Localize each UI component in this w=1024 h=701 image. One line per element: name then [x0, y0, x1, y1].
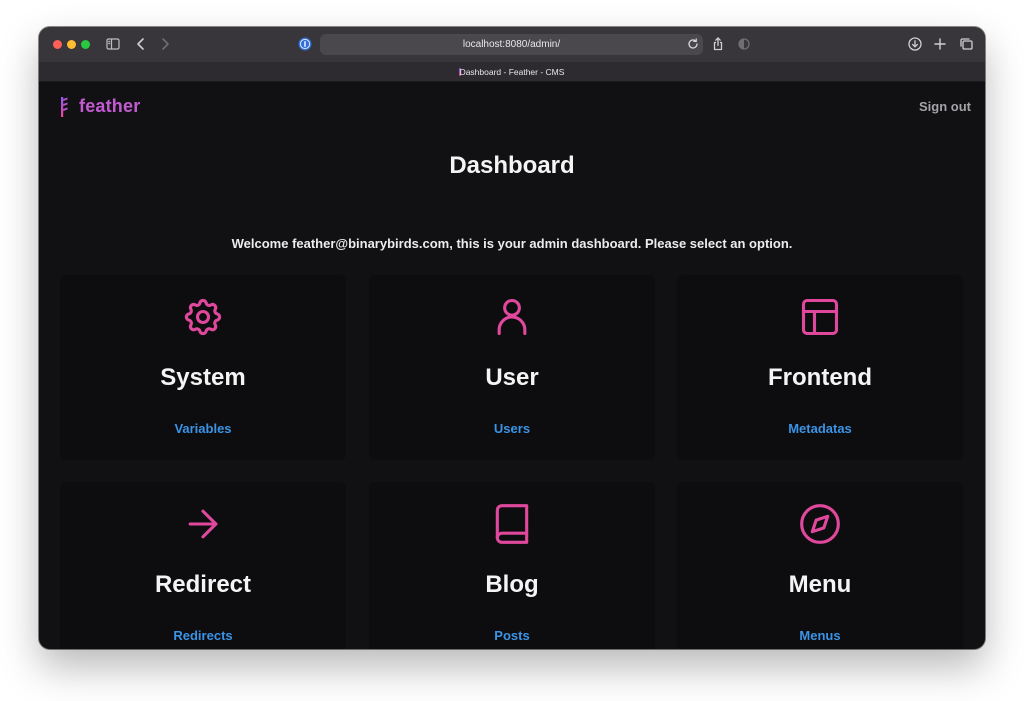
module-card-redirect: Redirect Redirects [60, 482, 346, 649]
variables-link[interactable]: Variables [60, 421, 346, 436]
tab-overview-icon[interactable] [958, 36, 974, 52]
page-content: feather Sign out Dashboard Welcome feath… [39, 82, 985, 649]
layout-icon [798, 295, 842, 339]
menus-link[interactable]: Menus [677, 628, 963, 643]
card-title: Frontend [768, 364, 872, 391]
zoom-window-button[interactable] [81, 40, 90, 49]
url-text: localhost:8080/admin/ [462, 39, 561, 50]
welcome-email: feather@binarybirds.com [292, 236, 450, 251]
back-icon[interactable] [133, 36, 149, 52]
tab-title[interactable]: Dashboard - Feather - CMS [39, 62, 985, 82]
module-card-menu: Menu Menus [677, 482, 963, 649]
browser-window: localhost:8080/admin/ Dashboard - Feathe… [39, 27, 985, 649]
welcome-prefix: Welcome [231, 236, 293, 251]
book-icon [490, 502, 534, 546]
feather-logo-icon[interactable] [58, 95, 70, 119]
browser-toolbar: localhost:8080/admin/ [39, 27, 985, 62]
redirects-link[interactable]: Redirects [60, 628, 346, 643]
module-card-system: System Variables [60, 275, 346, 460]
forward-icon[interactable] [157, 36, 173, 52]
new-tab-icon[interactable] [932, 36, 948, 52]
logo-text[interactable]: feather [79, 96, 140, 117]
sign-out-link[interactable]: Sign out [919, 99, 971, 114]
page-title: Dashboard [449, 152, 575, 179]
card-title: Menu [788, 571, 852, 598]
password-manager-icon[interactable] [297, 36, 313, 52]
welcome-suffix: , this is your admin dashboard. Please s… [449, 236, 793, 251]
downloads-icon[interactable] [907, 36, 923, 52]
privacy-shield-icon[interactable] [736, 36, 752, 52]
card-title: System [160, 364, 246, 391]
sidebar-toggle-icon[interactable] [105, 36, 121, 52]
share-icon[interactable] [710, 36, 726, 52]
card-title: User [485, 364, 539, 391]
card-title: Blog [485, 571, 539, 598]
minimize-window-button[interactable] [67, 40, 76, 49]
gear-icon [181, 295, 225, 339]
close-window-button[interactable] [53, 40, 62, 49]
reload-icon[interactable] [685, 36, 701, 52]
tab-bar: Dashboard - Feather - CMS [39, 62, 985, 82]
address-bar[interactable]: localhost:8080/admin/ [320, 34, 703, 55]
module-card-user: User Users [369, 275, 655, 460]
posts-link[interactable]: Posts [369, 628, 655, 643]
user-icon [490, 295, 534, 339]
module-card-frontend: Frontend Metadatas [677, 275, 963, 460]
users-link[interactable]: Users [369, 421, 655, 436]
module-card-blog: Blog Posts [369, 482, 655, 649]
arrow-right-icon [181, 502, 225, 546]
card-title: Redirect [154, 571, 252, 598]
welcome-message: Welcome feather@binarybirds.com, this is… [39, 236, 985, 251]
compass-icon [798, 502, 842, 546]
metadatas-link[interactable]: Metadatas [677, 421, 963, 436]
